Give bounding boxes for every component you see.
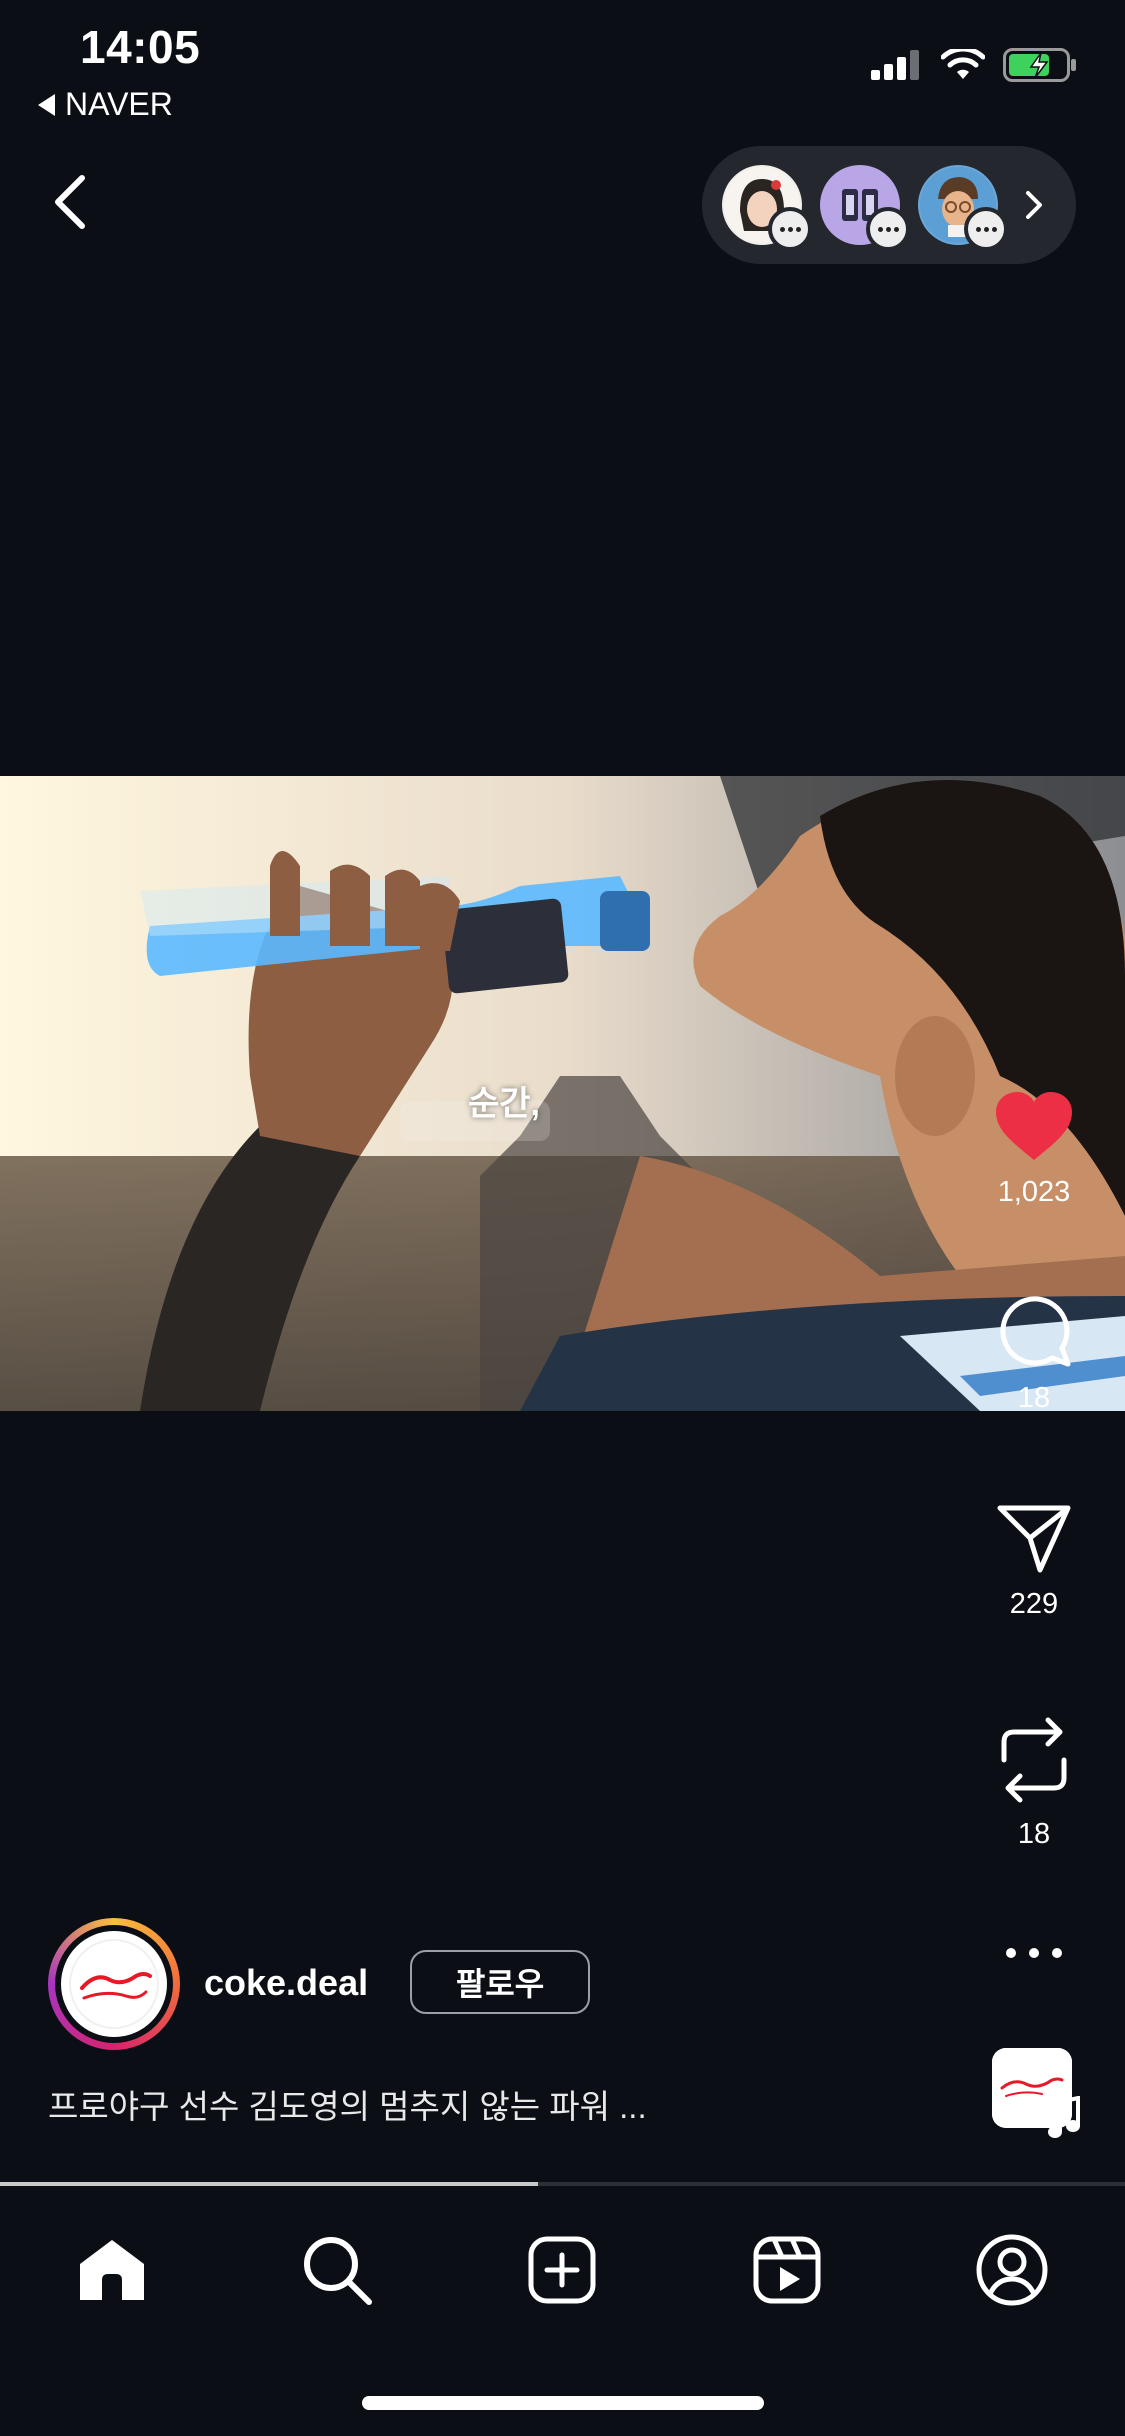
back-to-app[interactable]: NAVER [38, 86, 173, 123]
status-icons [871, 48, 1077, 82]
send-icon[interactable] [996, 1502, 1072, 1574]
tab-home[interactable] [72, 2230, 152, 2310]
profile-icon[interactable] [975, 2233, 1049, 2307]
battery-icon [1003, 48, 1076, 82]
video-progress-fill [0, 2182, 538, 2186]
repost-icon[interactable] [998, 1716, 1070, 1804]
reels-icon[interactable] [752, 2235, 822, 2305]
tab-profile[interactable] [972, 2230, 1052, 2310]
comment-action[interactable]: 18 [964, 1292, 1104, 1415]
share-action[interactable]: 229 [964, 1502, 1104, 1621]
home-icon[interactable] [76, 2236, 148, 2304]
tab-create[interactable] [522, 2230, 602, 2310]
like-count[interactable]: 1,023 [998, 1176, 1071, 1209]
chat-bubble-icon [964, 207, 1008, 251]
video-subtitle: 순간, [468, 1085, 541, 1123]
comment-icon[interactable] [996, 1292, 1072, 1368]
back-triangle-icon [38, 93, 55, 116]
author-avatar[interactable] [48, 1918, 180, 2050]
friends-avatars-pill[interactable] [702, 146, 1076, 264]
coca-cola-logo-icon [68, 1938, 160, 2030]
back-app-label: NAVER [65, 86, 173, 122]
like-action[interactable]: 1,023 [964, 1090, 1104, 1209]
chat-bubble-icon [768, 207, 812, 251]
author-username[interactable]: coke.deal [204, 1962, 368, 2004]
repost-count[interactable]: 18 [1018, 1818, 1050, 1851]
more-options-button[interactable] [964, 1946, 1104, 1960]
post-caption[interactable]: 프로야구 선수 김도영의 멈추지 않는 파워 ... [48, 2080, 647, 2128]
home-indicator[interactable] [362, 2396, 764, 2410]
tab-search[interactable] [297, 2230, 377, 2310]
heart-filled-icon[interactable] [994, 1090, 1074, 1162]
music-note-icon [1048, 2096, 1080, 2138]
signal-icon [871, 50, 919, 80]
friend-avatar[interactable] [918, 165, 1008, 251]
chat-bubble-icon [866, 207, 910, 251]
friend-avatar[interactable] [722, 165, 812, 251]
wifi-icon [941, 49, 985, 79]
video-frame-image [0, 776, 1125, 1411]
follow-button[interactable]: 팔로우 [410, 1950, 590, 2014]
share-count[interactable]: 229 [1010, 1588, 1058, 1621]
more-horizontal-icon[interactable] [1004, 1946, 1064, 1960]
reel-video[interactable] [0, 776, 1125, 1411]
create-icon[interactable] [527, 2235, 597, 2305]
comment-count[interactable]: 18 [1018, 1382, 1050, 1415]
tab-reels[interactable] [747, 2230, 827, 2310]
repost-action[interactable]: 18 [964, 1716, 1104, 1851]
search-icon[interactable] [301, 2234, 373, 2306]
status-time: 14:05 [80, 21, 201, 73]
chevron-right-icon[interactable] [1020, 185, 1048, 225]
friend-avatar[interactable] [820, 165, 910, 251]
back-chevron-icon[interactable] [46, 172, 96, 232]
